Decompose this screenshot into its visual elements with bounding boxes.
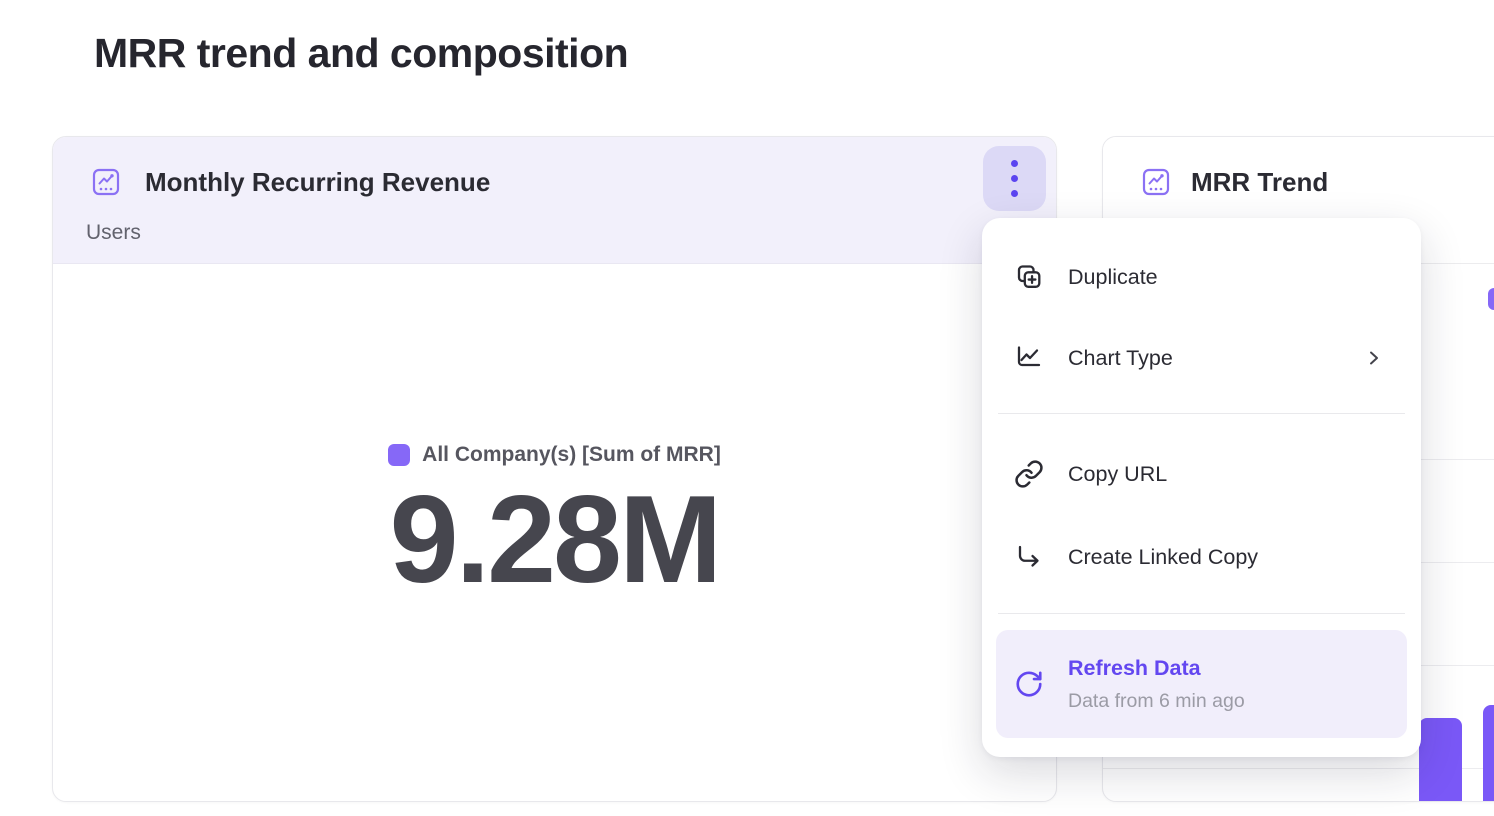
refresh-icon bbox=[1014, 669, 1044, 699]
chart-type-icon bbox=[1014, 343, 1044, 373]
menu-item-chart-type[interactable]: Chart Type bbox=[982, 334, 1421, 382]
mrr-card-title: Monthly Recurring Revenue bbox=[145, 167, 490, 198]
kebab-dot bbox=[1011, 175, 1018, 182]
menu-divider bbox=[998, 613, 1405, 614]
corner-down-right-arrow-icon bbox=[1014, 542, 1044, 572]
menu-divider bbox=[998, 413, 1405, 414]
legend-swatch bbox=[388, 444, 410, 466]
mrr-legend: All Company(s) [Sum of MRR] bbox=[388, 443, 721, 467]
menu-item-label: Copy URL bbox=[1068, 462, 1167, 487]
link-icon bbox=[1014, 459, 1044, 489]
kebab-dot bbox=[1011, 190, 1018, 197]
mrr-card-subtitle: Users bbox=[86, 221, 141, 245]
menu-item-copy-url[interactable]: Copy URL bbox=[982, 450, 1421, 498]
refresh-label: Refresh Data bbox=[1068, 656, 1245, 681]
chevron-right-icon bbox=[1365, 349, 1383, 367]
trend-legend-swatch bbox=[1488, 288, 1494, 310]
mrr-card-header: Monthly Recurring Revenue Users bbox=[53, 137, 1056, 264]
menu-item-label: Duplicate bbox=[1068, 265, 1158, 290]
duplicate-icon bbox=[1014, 262, 1044, 292]
chart-icon bbox=[1141, 167, 1171, 197]
menu-item-label: Create Linked Copy bbox=[1068, 545, 1258, 570]
menu-item-create-linked-copy[interactable]: Create Linked Copy bbox=[982, 533, 1421, 581]
chart-icon bbox=[91, 167, 121, 197]
trend-bar[interactable] bbox=[1419, 718, 1462, 801]
mrr-card: Monthly Recurring Revenue Users All Comp… bbox=[52, 136, 1057, 802]
refresh-status: Data from 6 min ago bbox=[1068, 690, 1245, 713]
legend-label: All Company(s) [Sum of MRR] bbox=[422, 443, 721, 467]
menu-item-refresh-data[interactable]: Refresh Data Data from 6 min ago bbox=[996, 630, 1407, 738]
mrr-summary: All Company(s) [Sum of MRR] 9.28M bbox=[53, 443, 1056, 605]
page-title: MRR trend and composition bbox=[94, 30, 628, 77]
kebab-dot bbox=[1011, 160, 1018, 167]
menu-item-label: Chart Type bbox=[1068, 346, 1173, 371]
mrr-value: 9.28M bbox=[53, 475, 1056, 605]
card-context-menu: Duplicate Chart Type Copy URL bbox=[982, 218, 1421, 757]
card-menu-button[interactable] bbox=[983, 146, 1046, 211]
menu-item-duplicate[interactable]: Duplicate bbox=[982, 253, 1421, 301]
trend-bar[interactable] bbox=[1483, 705, 1494, 801]
trend-card-title: MRR Trend bbox=[1191, 167, 1328, 198]
